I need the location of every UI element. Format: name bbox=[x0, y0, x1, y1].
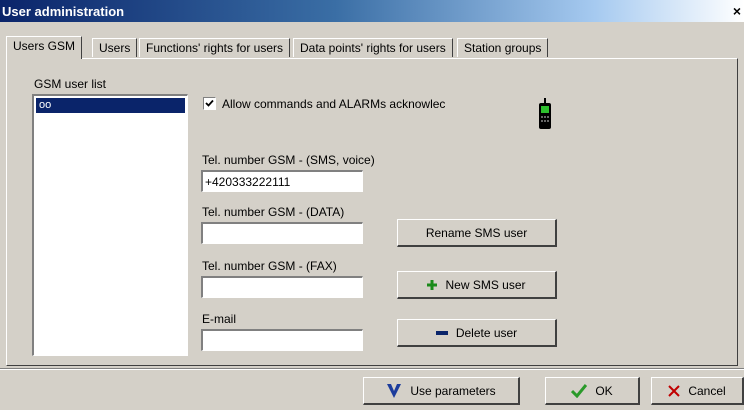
new-sms-user-label: New SMS user bbox=[445, 277, 526, 292]
cancel-label: Cancel bbox=[688, 383, 726, 398]
gsm-user-list-label: GSM user list bbox=[34, 77, 107, 91]
window-title: User administration bbox=[2, 4, 125, 19]
email-label: E-mail bbox=[202, 312, 237, 326]
tab-station-groups[interactable]: Station groups bbox=[457, 38, 549, 57]
allow-commands-label: Allow commands and ALARMs acknowlec bbox=[222, 97, 446, 111]
minus-icon bbox=[435, 330, 448, 335]
tab-data-points-rights[interactable]: Data points' rights for users bbox=[293, 38, 453, 57]
gsm-user-list[interactable]: oo bbox=[32, 94, 188, 356]
data-number-field[interactable] bbox=[201, 222, 363, 244]
plus-icon bbox=[427, 279, 438, 290]
red-x-icon bbox=[668, 384, 681, 397]
delete-user-button[interactable]: Delete user bbox=[397, 319, 557, 347]
data-number-label: Tel. number GSM - (DATA) bbox=[202, 205, 345, 219]
green-check-icon bbox=[571, 383, 588, 398]
ok-label: OK bbox=[595, 383, 613, 398]
sms-voice-field[interactable] bbox=[201, 170, 363, 192]
delete-user-label: Delete user bbox=[455, 325, 518, 340]
ok-button[interactable]: OK bbox=[545, 377, 640, 405]
tab-strip: Users GSM Users Functions' rights for us… bbox=[6, 36, 742, 59]
tab-users[interactable]: Users bbox=[92, 38, 138, 57]
blue-v-icon bbox=[386, 383, 402, 399]
bottom-separator bbox=[0, 368, 744, 370]
cancel-button[interactable]: Cancel bbox=[651, 377, 744, 405]
fax-number-field[interactable] bbox=[201, 276, 363, 298]
fax-number-label: Tel. number GSM - (FAX) bbox=[202, 259, 337, 273]
allow-commands-checkbox[interactable] bbox=[203, 97, 216, 110]
mobile-phone-icon bbox=[539, 98, 551, 129]
tab-functions-rights[interactable]: Functions' rights for users bbox=[139, 38, 291, 57]
use-parameters-button[interactable]: Use parameters bbox=[363, 377, 520, 405]
email-field[interactable] bbox=[201, 329, 363, 351]
rename-sms-user-button[interactable]: Rename SMS user bbox=[397, 219, 557, 247]
sms-voice-label: Tel. number GSM - (SMS, voice) bbox=[202, 153, 375, 167]
new-sms-user-button[interactable]: New SMS user bbox=[397, 271, 557, 299]
close-icon[interactable]: × bbox=[730, 4, 744, 18]
checkmark-icon bbox=[205, 99, 214, 107]
use-parameters-label: Use parameters bbox=[410, 383, 496, 398]
list-item[interactable]: oo bbox=[36, 98, 185, 113]
rename-sms-user-label: Rename SMS user bbox=[425, 225, 528, 240]
title-bar: User administration × bbox=[0, 0, 744, 22]
tab-users-gsm[interactable]: Users GSM bbox=[6, 36, 83, 59]
